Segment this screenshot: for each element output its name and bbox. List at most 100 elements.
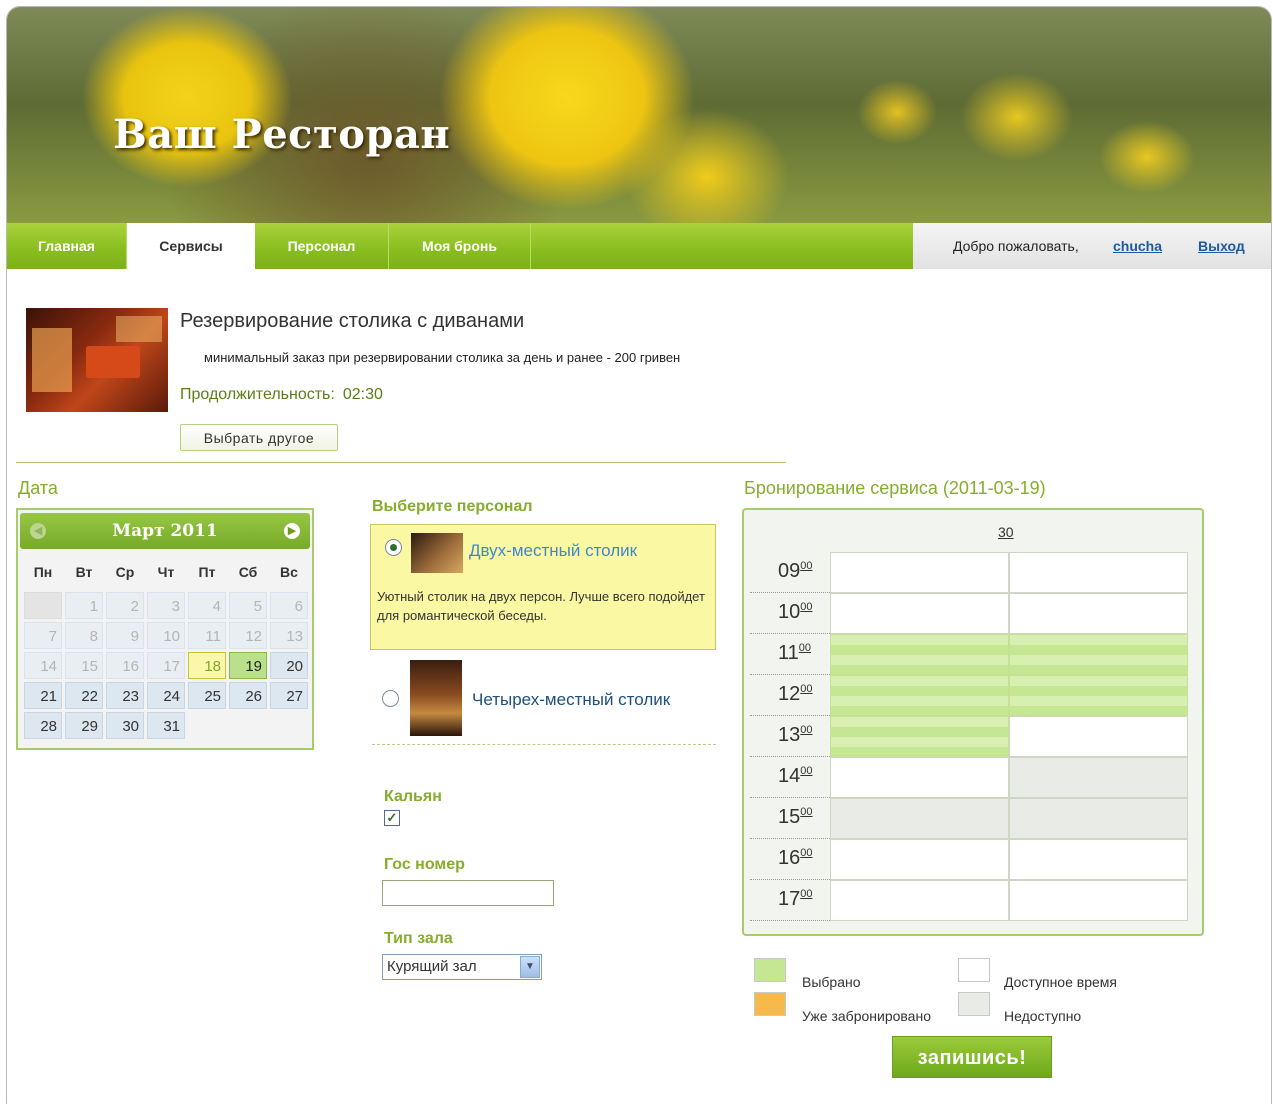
choose-other-button[interactable]: Выбрать другое: [180, 424, 338, 451]
calendar-day[interactable]: 20: [270, 652, 308, 679]
staff-section-title: Выберите персонал: [372, 498, 533, 515]
staff-radio-four-seat[interactable]: [382, 690, 399, 707]
calendar-day: 15: [65, 652, 103, 679]
time-slot[interactable]: [1009, 634, 1188, 675]
calendar-day: 16: [106, 652, 144, 679]
schedule-hour-label: 1000: [778, 601, 824, 624]
calendar-day[interactable]: 21: [24, 682, 62, 709]
calendar-day: 11: [188, 622, 226, 649]
hour-value: 14: [778, 765, 801, 787]
time-slot[interactable]: [830, 593, 1009, 634]
chevron-right-icon[interactable]: ▶: [284, 523, 300, 539]
calendar-day: 8: [65, 622, 103, 649]
time-slot[interactable]: [830, 675, 1009, 716]
calendar-weekday: Ср: [115, 564, 135, 580]
hour-divider: [750, 592, 830, 593]
schedule-hour-label: 1100: [778, 642, 824, 665]
logout-link[interactable]: Выход: [1198, 223, 1245, 269]
nav-tab-home[interactable]: Главная: [7, 223, 127, 269]
calendar-day[interactable]: 23: [106, 682, 144, 709]
calendar-day: 12: [229, 622, 267, 649]
time-slot[interactable]: [1009, 593, 1188, 634]
chevron-down-icon[interactable]: ▼: [520, 956, 540, 978]
calendar-day[interactable]: 31: [147, 712, 185, 739]
hour-divider: [750, 920, 830, 921]
calendar-day[interactable]: 30: [106, 712, 144, 739]
calendar-day[interactable]: 29: [65, 712, 103, 739]
schedule-hour-label: 0900: [778, 560, 824, 583]
time-slot[interactable]: [1009, 880, 1188, 921]
header-banner: Ваш Ресторан: [7, 7, 1271, 223]
calendar-weekday: Пт: [198, 564, 216, 580]
hour-value: 13: [778, 724, 801, 746]
minute-value: 00: [800, 765, 813, 777]
time-slot[interactable]: [830, 552, 1009, 593]
user-bar: Добро пожаловать, chucha Выход: [913, 223, 1271, 269]
nav-tab-my-booking[interactable]: Моя бронь: [389, 223, 531, 269]
time-slot[interactable]: [1009, 716, 1188, 757]
minute-value: 00: [800, 601, 813, 613]
time-slot[interactable]: [830, 880, 1009, 921]
hour-divider: [750, 715, 830, 716]
hour-divider: [750, 756, 830, 757]
legend-selected-label: Выбрано: [802, 974, 861, 990]
time-slot[interactable]: [830, 839, 1009, 880]
username-link[interactable]: chucha: [1113, 223, 1162, 269]
minute-value: 00: [800, 888, 813, 900]
time-slot[interactable]: [830, 757, 1009, 798]
legend-swatch-available: [958, 958, 990, 982]
minute-value: 00: [800, 683, 813, 695]
welcome-text: Добро пожаловать,: [953, 238, 1079, 254]
time-slot[interactable]: [1009, 839, 1188, 880]
calendar-day: 7: [24, 622, 62, 649]
calendar-day: 17: [147, 652, 185, 679]
hookah-label: Кальян: [384, 788, 442, 805]
calendar-day[interactable]: 19: [229, 652, 267, 679]
hour-value: 10: [778, 601, 801, 623]
calendar-weekday: Пн: [33, 564, 53, 580]
legend-swatch-booked: [754, 992, 786, 1016]
calendar-day: 3: [147, 592, 185, 619]
staff-name[interactable]: Четырех-местный столик: [472, 690, 670, 710]
minute-value: 00: [800, 724, 813, 736]
time-slot[interactable]: [830, 716, 1009, 757]
nav-tab-staff[interactable]: Персонал: [255, 223, 389, 269]
calendar-day[interactable]: 22: [65, 682, 103, 709]
calendar-day: 4: [188, 592, 226, 619]
hour-divider: [750, 838, 830, 839]
nav-tab-services[interactable]: Сервисы: [127, 223, 255, 269]
service-note: минимальный заказ при резервировании сто…: [204, 350, 681, 365]
calendar-day: 9: [106, 622, 144, 649]
calendar-day[interactable]: 26: [229, 682, 267, 709]
calendar-weekday: Чт: [157, 564, 175, 580]
plate-input[interactable]: [382, 880, 554, 906]
staff-radio-two-seat[interactable]: [385, 539, 402, 556]
calendar-month: Март 2011: [112, 521, 218, 541]
hall-select[interactable]: Курящий зал ▼: [382, 954, 542, 980]
calendar-day[interactable]: 24: [147, 682, 185, 709]
hour-divider: [750, 797, 830, 798]
minute-value: 00: [798, 642, 812, 654]
legend-unavailable-label: Недоступно: [1004, 1008, 1082, 1024]
time-slot[interactable]: [830, 634, 1009, 675]
hookah-checkbox[interactable]: ✓: [384, 810, 400, 826]
legend-available-label: Доступное время: [1004, 974, 1117, 990]
time-slot[interactable]: [1009, 675, 1188, 716]
calendar-day[interactable]: 25: [188, 682, 226, 709]
divider: [16, 462, 786, 463]
hour-divider: [750, 674, 830, 675]
hour-divider: [750, 879, 830, 880]
calendar-day: 2: [106, 592, 144, 619]
submit-button[interactable]: запишись!: [892, 1036, 1052, 1078]
time-slot[interactable]: [1009, 552, 1188, 593]
calendar-day[interactable]: 27: [270, 682, 308, 709]
calendar-day: 5: [229, 592, 267, 619]
staff-name[interactable]: Двух-местный столик: [469, 541, 637, 561]
calendar-day: 1: [65, 592, 103, 619]
schedule-column-label[interactable]: 30: [998, 524, 1014, 540]
staff-option-two-seat[interactable]: Двух-местный столик Уютный столик на дву…: [370, 524, 716, 650]
calendar-weekday: Сб: [238, 564, 258, 580]
schedule-hour-label: 1400: [778, 765, 824, 788]
hall-select-value: Курящий зал: [387, 958, 477, 975]
calendar-day[interactable]: 28: [24, 712, 62, 739]
